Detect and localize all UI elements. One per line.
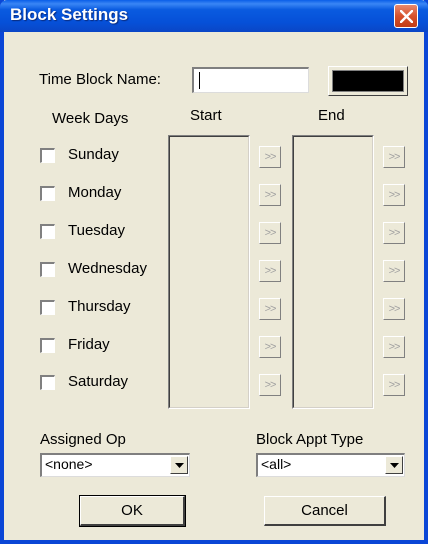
title-bar[interactable]: Block Settings (0, 0, 428, 32)
saturday-label: Saturday (68, 373, 129, 390)
window-title: Block Settings (10, 5, 129, 24)
cancel-button[interactable]: Cancel (264, 496, 386, 526)
start-arrow-button-tuesday[interactable]: >> (259, 222, 281, 244)
end-arrow-button-wednesday[interactable]: >> (383, 260, 405, 282)
tuesday-label: Tuesday (68, 222, 125, 239)
friday-checkbox[interactable] (40, 338, 55, 353)
chevron-down-icon (390, 463, 399, 468)
block-appt-type-select[interactable]: <all> (256, 453, 405, 477)
end-arrow-button-monday[interactable]: >> (383, 184, 405, 206)
start-arrow-button-friday[interactable]: >> (259, 336, 281, 358)
start-arrow-button-monday[interactable]: >> (259, 184, 281, 206)
friday-label: Friday (68, 336, 110, 353)
ok-button[interactable]: OK (79, 495, 186, 527)
end-arrow-button-thursday[interactable]: >> (383, 298, 405, 320)
sunday-label: Sunday (68, 146, 119, 163)
start-arrow-button-thursday[interactable]: >> (259, 298, 281, 320)
sunday-checkbox[interactable] (40, 148, 55, 163)
monday-checkbox[interactable] (40, 186, 55, 201)
text-caret (199, 72, 200, 89)
start-listbox[interactable] (168, 135, 250, 409)
saturday-checkbox[interactable] (40, 375, 55, 390)
week-days-header: Week Days (52, 110, 129, 127)
time-block-name-label: Time Block Name: (39, 71, 161, 88)
start-arrow-button-wednesday[interactable]: >> (259, 260, 281, 282)
start-arrow-button-saturday[interactable]: >> (259, 374, 281, 396)
chevron-down-icon (175, 463, 184, 468)
end-arrow-button-saturday[interactable]: >> (383, 374, 405, 396)
color-button[interactable] (328, 66, 408, 96)
block-appt-type-dropdown-button[interactable] (385, 456, 403, 474)
end-header: End (318, 107, 345, 124)
assigned-op-label: Assigned Op (40, 431, 126, 448)
wednesday-label: Wednesday (68, 260, 147, 277)
end-arrow-button-friday[interactable]: >> (383, 336, 405, 358)
color-swatch-fill (332, 70, 404, 92)
assigned-op-value: <none> (45, 456, 93, 472)
end-arrow-button-sunday[interactable]: >> (383, 146, 405, 168)
time-block-name-input[interactable] (192, 67, 309, 93)
assigned-op-select[interactable]: <none> (40, 453, 190, 477)
start-header: Start (190, 107, 222, 124)
block-appt-type-label: Block Appt Type (256, 431, 364, 448)
thursday-checkbox[interactable] (40, 300, 55, 315)
assigned-op-dropdown-button[interactable] (170, 456, 188, 474)
end-listbox[interactable] (292, 135, 374, 409)
close-icon (400, 10, 413, 23)
end-arrow-button-tuesday[interactable]: >> (383, 222, 405, 244)
monday-label: Monday (68, 184, 122, 201)
close-button[interactable] (394, 4, 418, 28)
block-appt-type-value: <all> (261, 456, 292, 472)
tuesday-checkbox[interactable] (40, 224, 55, 239)
wednesday-checkbox[interactable] (40, 262, 55, 277)
thursday-label: Thursday (68, 298, 131, 315)
start-arrow-button-sunday[interactable]: >> (259, 146, 281, 168)
